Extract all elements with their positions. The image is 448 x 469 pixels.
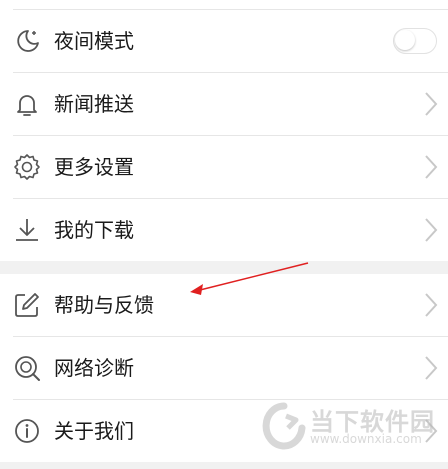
watermark: 当下软件园 www.downxia.com [262,402,444,452]
menu-item-label: 夜间模式 [54,29,134,53]
section-gap [0,261,448,274]
download-icon [16,219,38,241]
menu-item-night-mode[interactable]: 夜间模式 [0,10,448,72]
menu-item-network-diagnosis[interactable]: 网络诊断 [0,337,448,399]
chevron-right-icon [425,155,438,179]
bell-icon [17,95,37,116]
menu-item-label: 我的下载 [54,218,134,242]
chevron-right-icon [425,293,438,317]
menu-item-more-settings[interactable]: 更多设置 [0,136,448,198]
moon-icon [17,30,39,52]
menu-item-label: 帮助与反馈 [54,293,154,317]
night-mode-toggle[interactable] [393,28,437,54]
menu-item-news-push[interactable]: 新闻推送 [0,73,448,135]
chevron-right-icon [425,92,438,116]
menu-item-label: 关于我们 [54,419,134,443]
edit-icon [15,293,39,317]
toggle-knob [395,30,415,50]
menu-item-label: 新闻推送 [54,92,134,116]
menu-item-label: 网络诊断 [54,356,134,380]
menu-item-my-downloads[interactable]: 我的下载 [0,199,448,261]
watermark-logo-icon [262,402,306,450]
gear-icon [14,154,40,180]
network-diagnose-icon [15,356,40,381]
watermark-url: www.downxia.com [310,432,422,446]
chevron-right-icon [425,218,438,242]
info-icon [15,419,39,443]
menu-item-help-feedback[interactable]: 帮助与反馈 [0,274,448,336]
chevron-right-icon [425,356,438,380]
menu-item-label: 更多设置 [54,155,134,179]
section-gap [0,462,448,469]
